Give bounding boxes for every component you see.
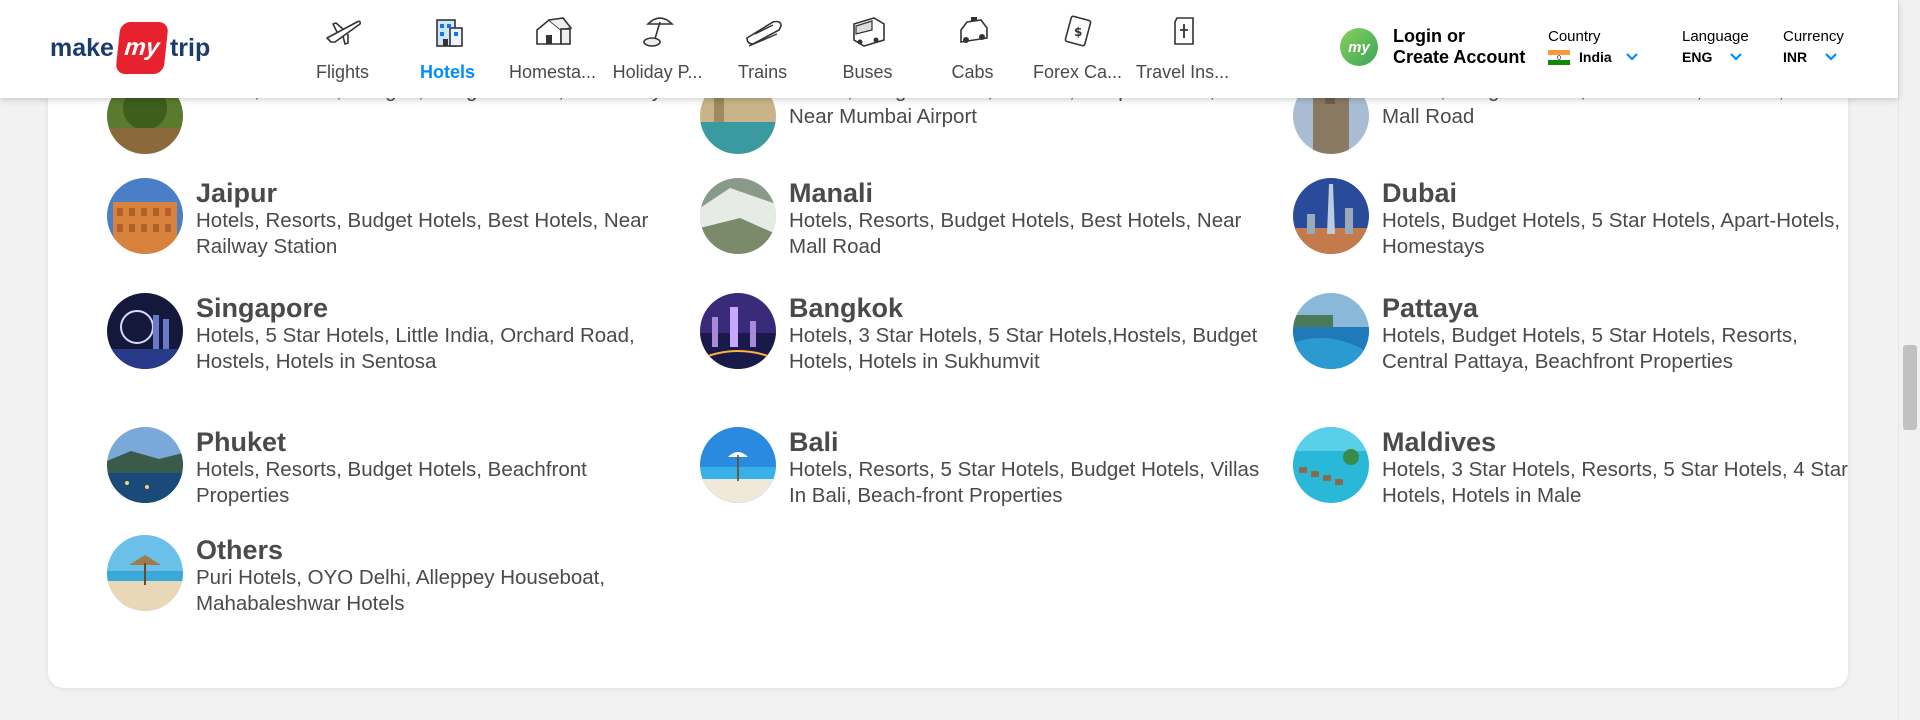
- city-name: Bangkok: [789, 293, 904, 323]
- india-flag-icon: [1548, 49, 1570, 65]
- city-name: Maldives: [1382, 427, 1497, 457]
- city-thumbnail-bangkok: [700, 293, 776, 369]
- city-name: Phuket: [196, 427, 287, 457]
- city-tags: Hotels, 3 Star Hotels, 5 Star Hotels,Hos…: [789, 324, 1258, 373]
- country-selector[interactable]: Country India: [1548, 28, 1638, 65]
- language-value: ENG: [1682, 49, 1713, 65]
- city-tags: Hotels, 5 Star Hotels, Little India, Orc…: [196, 324, 635, 373]
- forex-icon: $: [1064, 15, 1091, 47]
- logo-text-trip: trip: [169, 33, 211, 62]
- chevron-down-icon: [1625, 53, 1638, 61]
- cab-icon: [959, 17, 988, 43]
- homestay-icon: [535, 17, 572, 45]
- logo-text-make: make: [50, 33, 114, 62]
- chevron-down-icon: [1825, 53, 1837, 61]
- country-value: India: [1579, 49, 1612, 65]
- nav-item-homestays[interactable]: Homesta...: [500, 0, 605, 98]
- city-item-bangkok[interactable]: Bangkok Hotels, 3 Star Hotels, 5 Star Ho…: [700, 293, 1260, 374]
- city-item-maldives[interactable]: Maldives Hotels, 3 Star Hotels, Resorts,…: [1293, 427, 1853, 508]
- city-tags: Hotels, Budget Hotels, 5 Star Hotels, Ap…: [1382, 209, 1841, 258]
- nav-label: Homesta...: [508, 62, 597, 82]
- city-name: Dubai: [1382, 178, 1458, 208]
- login-text: Login or Create Account: [1393, 26, 1525, 68]
- city-tags: Hotels, 3 Star Hotels, Resorts, 5 Star H…: [1382, 458, 1848, 507]
- city-item-jaipur[interactable]: Jaipur Hotels, Resorts, Budget Hotels, B…: [107, 178, 667, 259]
- nav-label: Forex Ca...: [1032, 62, 1123, 82]
- train-icon: [745, 20, 782, 47]
- nav-item-trains[interactable]: Trains: [710, 0, 815, 98]
- city-thumbnail-maldives: [1293, 427, 1369, 503]
- city-name: Jaipur: [196, 178, 278, 208]
- login-button[interactable]: my Login or Create Account: [1340, 26, 1525, 68]
- city-thumbnail-manali: [700, 178, 776, 254]
- nav-label: Trains: [737, 62, 788, 82]
- city-thumbnail-singapore: [107, 293, 183, 369]
- nav-label: Flights: [315, 62, 369, 82]
- nav-label: Travel Ins...: [1135, 62, 1230, 82]
- chevron-down-icon: [1730, 53, 1743, 61]
- insurance-icon: [1173, 17, 1194, 45]
- city-tags: Hotels, Resorts, Budget Hotels, Beachfro…: [196, 458, 587, 507]
- city-thumbnail-phuket: [107, 427, 183, 503]
- city-thumbnail-dubai: [1293, 178, 1369, 254]
- hotel-icon: [435, 19, 463, 47]
- nav-item-forex-card[interactable]: $ Forex Ca...: [1025, 0, 1130, 98]
- main-nav: Flights Hotels Homesta... Holiday P... T…: [290, 0, 1235, 98]
- city-thumbnail-pattaya: [1293, 293, 1369, 369]
- nav-item-buses[interactable]: Buses: [815, 0, 920, 98]
- flight-icon: [325, 20, 361, 45]
- city-name: Singapore: [196, 293, 329, 323]
- mmt-avatar-icon: my: [1340, 28, 1378, 66]
- nav-item-holiday-packages[interactable]: Holiday P...: [605, 0, 710, 98]
- nav-label: Hotels: [419, 62, 475, 82]
- nav-item-cabs[interactable]: Cabs: [920, 0, 1025, 98]
- city-item-phuket[interactable]: Phuket Hotels, Resorts, Budget Hotels, B…: [107, 427, 667, 508]
- country-label: Country: [1548, 28, 1601, 45]
- city-thumbnail-bali: [700, 427, 776, 503]
- city-thumbnail-jaipur: [107, 178, 183, 254]
- city-item-pattaya[interactable]: Pattaya Hotels, Budget Hotels, 5 Star Ho…: [1293, 293, 1853, 374]
- currency-selector[interactable]: Currency INR: [1783, 28, 1844, 65]
- language-label: Language: [1682, 28, 1749, 45]
- city-tags: Hotels, Resorts, Budget Hotels, Best Hot…: [789, 209, 1242, 258]
- city-name: Manali: [789, 178, 874, 208]
- nav-label: Holiday P...: [612, 62, 703, 82]
- nav-item-travel-insurance[interactable]: Travel Ins...: [1130, 0, 1235, 98]
- popular-destinations-card: Hotels, Resorts, Cottges, Budget Hotels,…: [48, 60, 1848, 688]
- city-item-manali[interactable]: Manali Hotels, Resorts, Budget Hotels, B…: [700, 178, 1260, 259]
- city-tags: Hotels, Budget Hotels, 5 Star Hotels, Re…: [1382, 324, 1798, 373]
- nav-item-flights[interactable]: Flights: [290, 0, 395, 98]
- nav-item-hotels[interactable]: Hotels: [395, 0, 500, 98]
- city-name: Pattaya: [1382, 293, 1479, 323]
- city-tags: Hotels, Resorts, 5 Star Hotels, Budget H…: [789, 458, 1260, 507]
- city-item-singapore[interactable]: Singapore Hotels, 5 Star Hotels, Little …: [107, 293, 667, 374]
- top-header: make my trip Flights Hotels Homesta... H…: [0, 0, 1898, 98]
- holiday-icon: [642, 17, 674, 47]
- language-selector[interactable]: Language ENG: [1682, 28, 1749, 65]
- bus-icon: [852, 17, 885, 47]
- city-name: Others: [196, 535, 284, 565]
- login-line-2: Create Account: [1393, 47, 1526, 67]
- makemytrip-logo[interactable]: make my trip: [50, 22, 210, 74]
- login-line-1: Login or: [1393, 26, 1465, 46]
- logo-text-my: my: [115, 22, 169, 74]
- currency-value: INR: [1783, 49, 1808, 65]
- page-scrollbar[interactable]: [1898, 0, 1920, 720]
- nav-label: Cabs: [951, 62, 994, 82]
- scrollbar-thumb[interactable]: [1903, 345, 1917, 430]
- city-tags: Hotels, Resorts, Budget Hotels, Best Hot…: [196, 209, 649, 258]
- city-item-others[interactable]: Others Puri Hotels, OYO Delhi, Alleppey …: [107, 535, 667, 616]
- svg-text:$: $: [1074, 25, 1082, 39]
- city-item-dubai[interactable]: Dubai Hotels, Budget Hotels, 5 Star Hote…: [1293, 178, 1853, 259]
- city-item-bali[interactable]: Bali Hotels, Resorts, 5 Star Hotels, Bud…: [700, 427, 1260, 508]
- city-name: Bali: [789, 427, 839, 457]
- currency-label: Currency: [1783, 28, 1844, 45]
- nav-label: Buses: [842, 62, 893, 82]
- city-tags: Puri Hotels, OYO Delhi, Alleppey Housebo…: [196, 566, 606, 615]
- city-thumbnail-others: [107, 535, 183, 611]
